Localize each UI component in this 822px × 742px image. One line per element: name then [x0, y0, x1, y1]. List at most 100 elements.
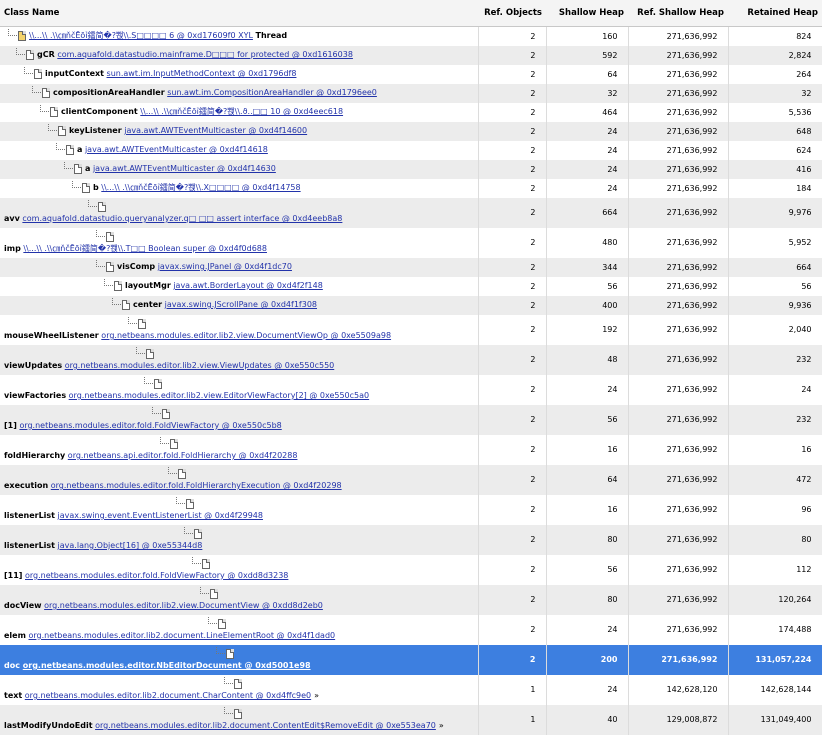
table-row[interactable]: listenerList javax.swing.event.EventList…: [0, 494, 822, 525]
class-name-cell[interactable]: mouseWheelListener org.netbeans.modules.…: [0, 314, 479, 345]
class-link[interactable]: org.netbeans.modules.editor.NbEditorDocu…: [23, 661, 311, 670]
class-name-cell[interactable]: inputContext sun.awt.im.InputMethodConte…: [0, 64, 479, 84]
class-name-cell[interactable]: [1] org.netbeans.modules.editor.fold.Fol…: [0, 404, 479, 435]
ref-shallow-heap-cell: 271,636,992: [628, 644, 729, 675]
table-row[interactable]: imp \\...\\ .\\㎝ňčĒ̈ōỉ鐳简�?뽽\\.T□□ Boolea…: [0, 227, 822, 258]
class-link[interactable]: java.awt.AWTEventMulticaster @ 0xd4f1460…: [124, 126, 307, 135]
more-indicator[interactable]: »: [439, 721, 444, 730]
table-row[interactable]: elem org.netbeans.modules.editor.lib2.do…: [0, 614, 822, 645]
shallow-heap-cell: 16: [546, 494, 629, 525]
class-name-cell[interactable]: a java.awt.AWTEventMulticaster @ 0xd4f14…: [0, 159, 479, 179]
class-name-cell[interactable]: doc org.netbeans.modules.editor.NbEditor…: [0, 644, 479, 675]
table-row[interactable]: layoutMgr java.awt.BorderLayout @ 0xd4f2…: [0, 276, 822, 296]
shallow-heap-cell: 64: [546, 64, 629, 84]
class-name-cell[interactable]: \\...\\ .\\㎝ňčĒ̈ōỉ鐳简�?뽽\\.S□□□□ 6 @ 0xd1…: [0, 26, 479, 46]
class-name-cell[interactable]: listenerList javax.swing.event.EventList…: [0, 494, 479, 525]
class-link[interactable]: \\...\\ .\\㎝ňčĒ̈ōỉ鐳简�?뽽\\.X□□□□ @ 0xd4f1…: [101, 183, 300, 192]
class-name-cell[interactable]: foldHierarchy org.netbeans.api.editor.fo…: [0, 434, 479, 465]
col-class-name[interactable]: Class Name: [0, 0, 478, 27]
class-link[interactable]: \\...\\ .\\㎝ňčĒ̈ōỉ鐳简�?뽽\\.S□□□□ 6 @ 0xd1…: [29, 31, 253, 40]
table-row[interactable]: \\...\\ .\\㎝ňčĒ̈ōỉ鐳简�?뽽\\.S□□□□ 6 @ 0xd1…: [0, 26, 822, 46]
class-name-cell[interactable]: visComp javax.swing.JPanel @ 0xd4f1dc70: [0, 257, 479, 277]
table-row[interactable]: mouseWheelListener org.netbeans.modules.…: [0, 314, 822, 345]
class-link[interactable]: javax.swing.event.EventListenerList @ 0x…: [58, 511, 263, 520]
table-row[interactable]: inputContext sun.awt.im.InputMethodConte…: [0, 64, 822, 84]
class-link[interactable]: com.aquafold.datastudio.mainframe.D□□□ f…: [57, 50, 353, 59]
class-link[interactable]: org.netbeans.modules.editor.lib2.view.Do…: [44, 601, 323, 610]
class-name-cell[interactable]: layoutMgr java.awt.BorderLayout @ 0xd4f2…: [0, 276, 479, 296]
class-name-cell[interactable]: execution org.netbeans.modules.editor.fo…: [0, 464, 479, 495]
class-name-cell[interactable]: compositionAreaHandler sun.awt.im.Compos…: [0, 83, 479, 103]
class-link[interactable]: javax.swing.JPanel @ 0xd4f1dc70: [158, 262, 292, 271]
class-name-cell[interactable]: viewUpdates org.netbeans.modules.editor.…: [0, 344, 479, 375]
class-link[interactable]: \\...\\ .\\㎝ňčĒ̈ōỉ鐳简�?뽽\\.ϑ..□□ 10 @ 0xd…: [140, 107, 343, 116]
table-row[interactable]: [1] org.netbeans.modules.editor.fold.Fol…: [0, 404, 822, 435]
class-link[interactable]: org.netbeans.api.editor.fold.FoldHierarc…: [68, 451, 298, 460]
class-link[interactable]: org.netbeans.modules.editor.lib2.documen…: [95, 721, 436, 730]
class-name-cell[interactable]: listenerList java.lang.Object[16] @ 0xe5…: [0, 524, 479, 555]
table-row[interactable]: visComp javax.swing.JPanel @ 0xd4f1dc70 2…: [0, 257, 822, 277]
class-link[interactable]: org.netbeans.modules.editor.lib2.view.Ed…: [69, 391, 369, 400]
class-link[interactable]: java.lang.Object[16] @ 0xe55344d8: [58, 541, 203, 550]
table-row[interactable]: viewFactories org.netbeans.modules.edito…: [0, 374, 822, 405]
shallow-heap-cell: 80: [546, 524, 629, 555]
class-link[interactable]: sun.awt.im.InputMethodContext @ 0xd1796d…: [107, 69, 297, 78]
table-row[interactable]: clientComponent \\...\\ .\\㎝ňčĒ̈ōỉ鐳简�?뽽\…: [0, 102, 822, 122]
col-ref-shallow-heap[interactable]: Ref. Shallow Heap: [628, 0, 728, 27]
table-row[interactable]: execution org.netbeans.modules.editor.fo…: [0, 464, 822, 495]
col-ref-objects[interactable]: Ref. Objects: [478, 0, 546, 27]
col-retained-heap[interactable]: Retained Heap: [728, 0, 822, 27]
table-row[interactable]: a java.awt.AWTEventMulticaster @ 0xd4f14…: [0, 140, 822, 160]
class-link[interactable]: org.netbeans.modules.editor.fold.FoldVie…: [25, 571, 288, 580]
class-link[interactable]: org.netbeans.modules.editor.lib2.documen…: [25, 691, 311, 700]
table-row[interactable]: compositionAreaHandler sun.awt.im.Compos…: [0, 83, 822, 103]
class-name-cell[interactable]: clientComponent \\...\\ .\\㎝ňčĒ̈ōỉ鐳简�?뽽\…: [0, 102, 479, 122]
class-link[interactable]: java.awt.AWTEventMulticaster @ 0xd4f1461…: [85, 145, 268, 154]
class-name-cell[interactable]: a java.awt.AWTEventMulticaster @ 0xd4f14…: [0, 140, 479, 160]
class-name-cell[interactable]: imp \\...\\ .\\㎝ňčĒ̈ōỉ鐳简�?뽽\\.T□□ Boolea…: [0, 227, 479, 258]
table-row[interactable]: b \\...\\ .\\㎝ňčĒ̈ōỉ鐳简�?뽽\\.X□□□□ @ 0xd4…: [0, 178, 822, 198]
table-row[interactable]: avv com.aquafold.datastudio.queryanalyze…: [0, 197, 822, 228]
class-name-cell[interactable]: docView org.netbeans.modules.editor.lib2…: [0, 584, 479, 615]
shallow-heap-cell: 24: [546, 159, 629, 179]
class-link[interactable]: javax.swing.JScrollPane @ 0xd4f1f308: [165, 300, 317, 309]
table-row[interactable]: text org.netbeans.modules.editor.lib2.do…: [0, 674, 822, 705]
table-row[interactable]: listenerList java.lang.Object[16] @ 0xe5…: [0, 524, 822, 555]
class-link[interactable]: sun.awt.im.CompositionAreaHandler @ 0xd1…: [167, 88, 377, 97]
field-name: b: [93, 183, 99, 192]
table-row[interactable]: foldHierarchy org.netbeans.api.editor.fo…: [0, 434, 822, 465]
class-link[interactable]: org.netbeans.modules.editor.lib2.view.Do…: [101, 331, 391, 340]
class-link[interactable]: org.netbeans.modules.editor.fold.FoldHie…: [51, 481, 342, 490]
class-name-cell[interactable]: center javax.swing.JScrollPane @ 0xd4f1f…: [0, 295, 479, 315]
table-row[interactable]: lastModifyUndoEdit org.netbeans.modules.…: [0, 704, 822, 735]
ref-objects-cell: 2: [478, 524, 547, 555]
table-row[interactable]: a java.awt.AWTEventMulticaster @ 0xd4f14…: [0, 159, 822, 179]
class-link[interactable]: java.awt.AWTEventMulticaster @ 0xd4f1463…: [93, 164, 276, 173]
table-row[interactable]: gCR com.aquafold.datastudio.mainframe.D□…: [0, 45, 822, 65]
class-name-cell[interactable]: [11] org.netbeans.modules.editor.fold.Fo…: [0, 554, 479, 585]
class-link[interactable]: org.netbeans.modules.editor.lib2.view.Vi…: [65, 361, 335, 370]
class-name-cell[interactable]: b \\...\\ .\\㎝ňčĒ̈ōỉ鐳简�?뽽\\.X□□□□ @ 0xd4…: [0, 178, 479, 198]
class-link[interactable]: \\...\\ .\\㎝ňčĒ̈ōỉ鐳简�?뽽\\.T□□ Boolean su…: [23, 244, 267, 253]
class-link[interactable]: java.awt.BorderLayout @ 0xd4f2f148: [173, 281, 323, 290]
class-name-cell[interactable]: gCR com.aquafold.datastudio.mainframe.D□…: [0, 45, 479, 65]
class-name-cell[interactable]: text org.netbeans.modules.editor.lib2.do…: [0, 674, 479, 705]
table-row-selected[interactable]: doc org.netbeans.modules.editor.NbEditor…: [0, 644, 822, 675]
table-row[interactable]: [11] org.netbeans.modules.editor.fold.Fo…: [0, 554, 822, 585]
table-row[interactable]: center javax.swing.JScrollPane @ 0xd4f1f…: [0, 295, 822, 315]
class-link[interactable]: com.aquafold.datastudio.queryanalyzer.q□…: [22, 214, 342, 223]
class-name-cell[interactable]: viewFactories org.netbeans.modules.edito…: [0, 374, 479, 405]
retained-heap-cell: 96: [728, 494, 822, 525]
class-name-cell[interactable]: elem org.netbeans.modules.editor.lib2.do…: [0, 614, 479, 645]
table-row[interactable]: keyListener java.awt.AWTEventMulticaster…: [0, 121, 822, 141]
class-link[interactable]: org.netbeans.modules.editor.fold.FoldVie…: [19, 421, 281, 430]
table-row[interactable]: docView org.netbeans.modules.editor.lib2…: [0, 584, 822, 615]
ref-shallow-heap-cell: 271,636,992: [628, 464, 729, 495]
table-row[interactable]: viewUpdates org.netbeans.modules.editor.…: [0, 344, 822, 375]
class-name-cell[interactable]: lastModifyUndoEdit org.netbeans.modules.…: [0, 704, 479, 735]
class-name-cell[interactable]: avv com.aquafold.datastudio.queryanalyze…: [0, 197, 479, 228]
col-shallow-heap[interactable]: Shallow Heap: [546, 0, 628, 27]
class-link[interactable]: org.netbeans.modules.editor.lib2.documen…: [28, 631, 335, 640]
more-indicator[interactable]: »: [314, 691, 319, 700]
class-name-cell[interactable]: keyListener java.awt.AWTEventMulticaster…: [0, 121, 479, 141]
